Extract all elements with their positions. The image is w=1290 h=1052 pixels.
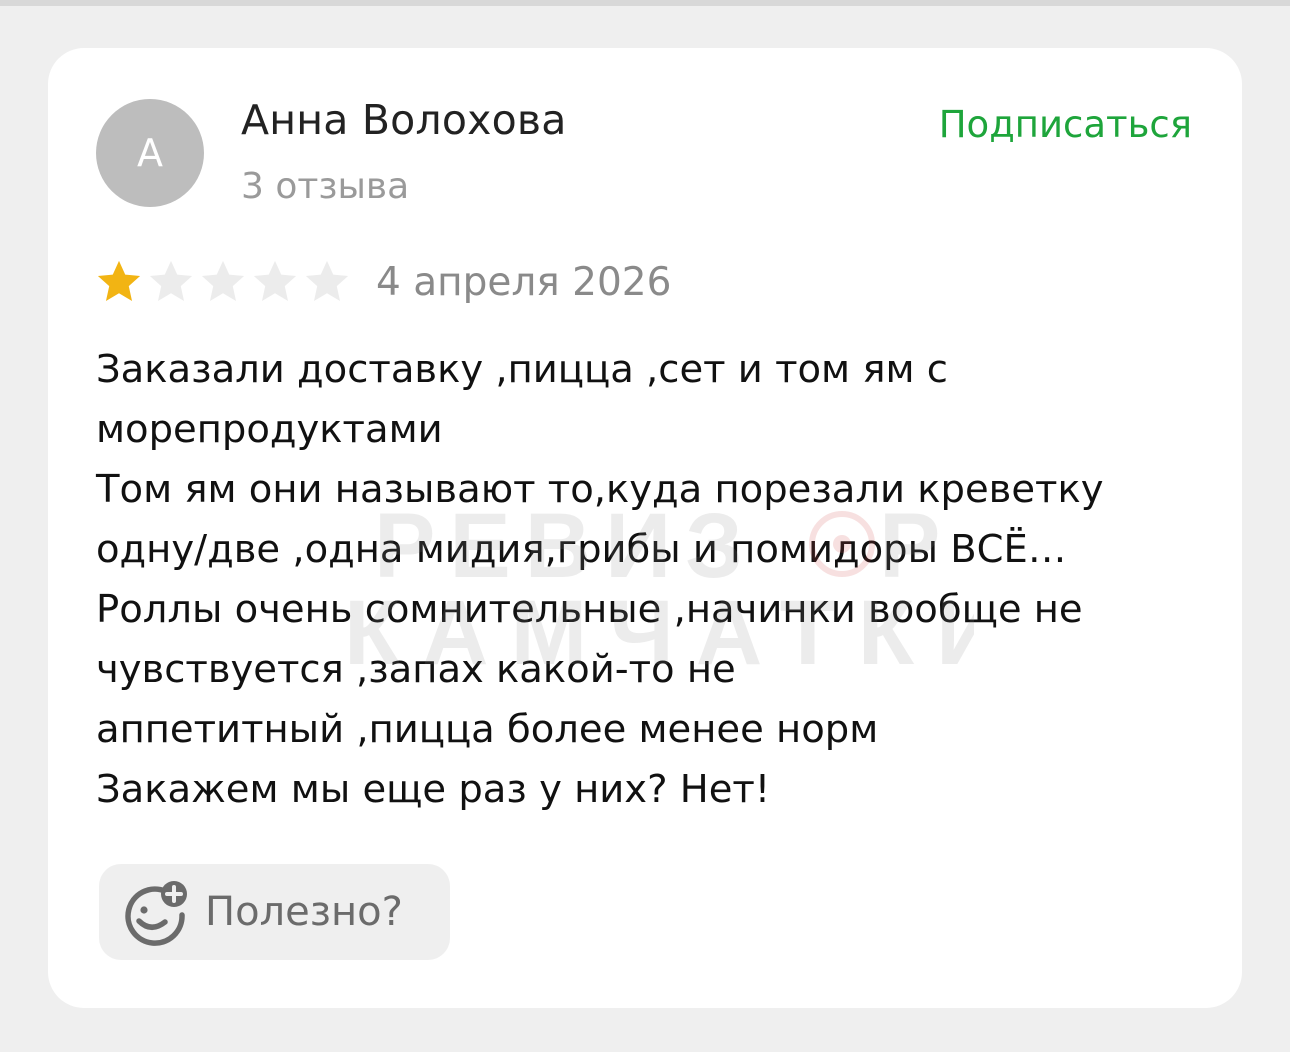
- star-empty-icon: [253, 260, 297, 301]
- review-line: чувствуется ,запах какой-то не: [96, 647, 736, 692]
- review-date: 4 апреля 2026: [376, 259, 672, 305]
- star-empty-icon: [201, 260, 245, 301]
- star-filled-icon: [97, 260, 141, 301]
- author-review-count: 3 отзыва: [241, 166, 410, 207]
- star-empty-icon: [149, 260, 193, 301]
- helpful-button[interactable]: Полезно?: [99, 864, 450, 960]
- review-line: аппетитный ,пицца более менее норм: [96, 707, 879, 752]
- review-line: морепродуктами: [96, 407, 443, 452]
- avatar[interactable]: А: [96, 99, 204, 207]
- star-rating: [96, 259, 350, 305]
- top-divider: [0, 0, 1290, 6]
- review-line: Закажем мы еще раз у них? Нет!: [96, 767, 771, 812]
- review-text: Заказали доставку ,пицца ,сет и том ям с…: [96, 340, 1196, 820]
- smile-plus-icon: [125, 881, 187, 946]
- author-name[interactable]: Анна Волохова: [241, 96, 567, 144]
- avatar-initial: А: [137, 131, 163, 175]
- subscribe-button[interactable]: Подписаться: [939, 103, 1192, 146]
- helpful-label: Полезно?: [205, 889, 403, 935]
- review-line: Заказали доставку ,пицца ,сет и том ям с: [96, 347, 948, 392]
- review-line: Том ям они называют то,куда порезали кре…: [96, 467, 1104, 512]
- rating-row: 4 апреля 2026: [96, 254, 671, 310]
- review-line: одну/две ,одна мидия,грибы и помидоры ВС…: [96, 527, 1067, 572]
- review-line: Роллы очень сомнительные ,начинки вообще…: [96, 587, 1083, 632]
- review-card: А Анна Волохова 3 отзыва Подписаться 4 а…: [48, 48, 1242, 1008]
- star-empty-icon: [305, 260, 349, 301]
